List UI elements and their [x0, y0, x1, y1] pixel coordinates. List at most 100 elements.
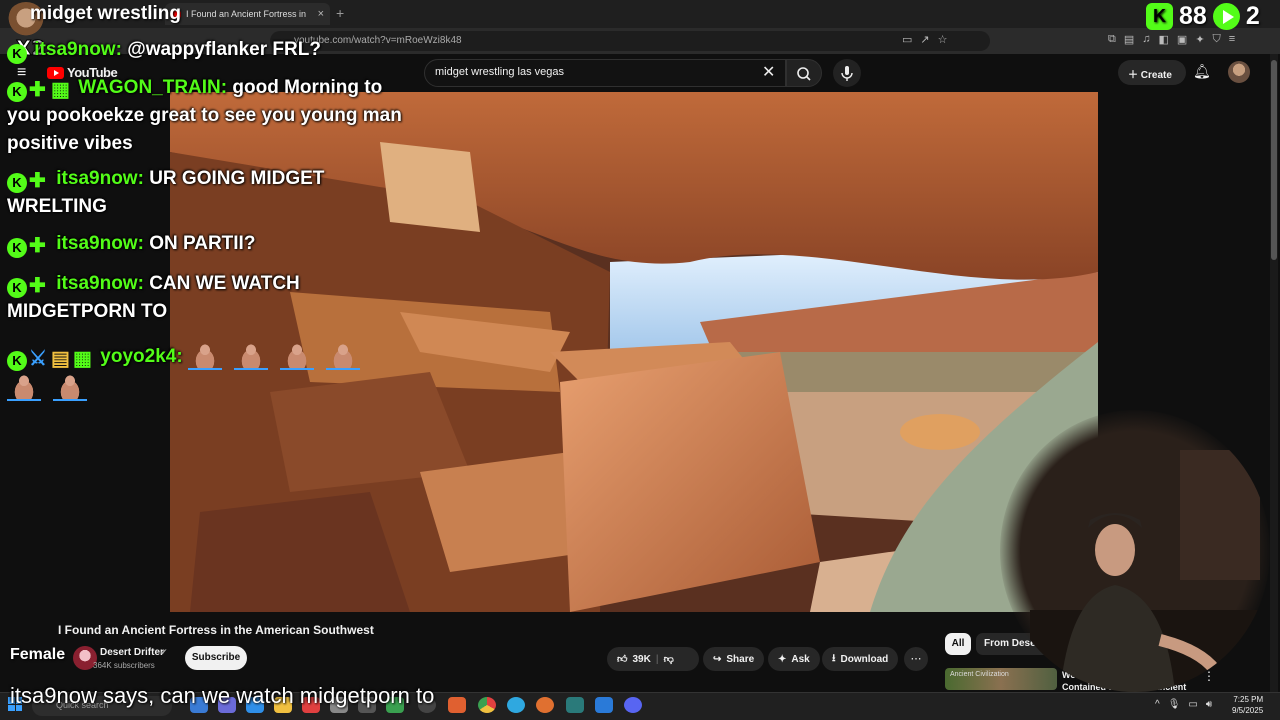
reader-icon[interactable]: ▤ — [1124, 33, 1134, 49]
firefox-app-icon[interactable] — [536, 697, 554, 713]
chat-message: K ✚ ▦ WAGON_TRAIN: good Morning to you poo… — [7, 74, 407, 158]
voice-search-button[interactable] — [833, 59, 861, 87]
sidebar-icon[interactable]: ◧ — [1159, 33, 1169, 49]
chat-username: itsa9now: — [34, 39, 122, 60]
like-icon[interactable]: 👍︎ — [617, 653, 627, 665]
like-count[interactable]: 39K — [632, 654, 650, 665]
chat-message: K ✚ itsa9now: UR GOING MIDGET WRELTING — [7, 165, 407, 221]
chat-text: CAN WE WATCH MIDGETPORN TO — [7, 273, 300, 322]
og-badge-icon: ▦ — [73, 348, 92, 370]
menu-icon[interactable]: ≡ — [1229, 33, 1235, 49]
channel-name[interactable]: Desert Drifter — [100, 647, 164, 658]
share-button[interactable]: ↪ Share — [703, 647, 765, 671]
sparkle-badge-icon: ✚ — [29, 235, 46, 257]
install-icon[interactable]: ▭ — [902, 33, 912, 49]
search-button[interactable] — [786, 59, 822, 87]
tab-title: I Found an Ancient Fortress in — [186, 9, 307, 19]
bookmark-icon[interactable]: ☆ — [938, 33, 948, 49]
search-input[interactable]: midget wrestling las vegas — [424, 59, 786, 87]
viewers-play-icon — [1212, 3, 1240, 30]
like-dislike-group: 👍︎ 39K | 👎︎ — [607, 647, 699, 671]
tts-caption: itsa9now says, can we watch midgetporn t… — [10, 683, 435, 708]
sparkle-icon: ✦ — [778, 653, 787, 665]
kick-counter: K 88 2 — [1146, 2, 1260, 31]
more-actions-icon[interactable]: ⋯ — [904, 647, 928, 671]
kick-badge-icon: K — [7, 173, 27, 193]
chat-text: ON PARTII? — [149, 233, 256, 254]
brave-app-icon[interactable] — [448, 697, 466, 713]
viewer-value: 2 — [1245, 2, 1260, 30]
emote-icon — [279, 340, 314, 370]
volume-icon[interactable]: 🔊︎ — [1206, 699, 1212, 710]
taskbar-clock[interactable]: 7:25 PM 9/5/2025 — [1232, 694, 1263, 716]
chat-username: itsa9now: — [56, 168, 144, 189]
kick-badge-icon: K — [7, 44, 27, 64]
tray-expand-icon[interactable]: ^ — [1155, 699, 1160, 710]
chat-message: K ✚ itsa9now: ON PARTII? — [7, 230, 407, 258]
kick-badge-icon: K — [7, 238, 27, 258]
download-icon: ⭳ — [832, 652, 836, 664]
chat-message: K itsa9now: @wappyflanker FRL? — [7, 36, 407, 64]
extension-icons: ⧉ ▤ ♫ ◧ ▣ ✦ ⛉ ≡ — [1108, 33, 1235, 49]
subscribe-button[interactable]: Subscribe — [185, 646, 247, 670]
kick-badge-icon: K — [7, 351, 27, 371]
notifications-bell-icon[interactable]: 🔔︎ — [1193, 63, 1211, 80]
counter-value: 88 — [1179, 2, 1207, 30]
share-label: Share — [726, 653, 755, 665]
account-avatar[interactable] — [1228, 61, 1250, 83]
webcam-frame — [1030, 450, 1270, 692]
subscriber-count: 364K subscribers — [93, 661, 155, 670]
dislike-icon[interactable]: 👎︎ — [664, 653, 674, 665]
system-tray: ^ 🎙︎ ▭ 🔊︎ — [1155, 699, 1212, 710]
browser-tab[interactable]: I Found an Ancient Fortress in × — [165, 3, 330, 25]
video-title: I Found an Ancient Fortress in the Ameri… — [58, 623, 374, 637]
kick-badge-icon: K — [7, 278, 27, 298]
emote-icon — [53, 371, 87, 401]
ask-button[interactable]: ✦ Ask — [768, 647, 820, 671]
leo-icon[interactable]: ✦ — [1195, 33, 1204, 49]
ask-label: Ask — [791, 653, 810, 665]
media-icon[interactable]: ♫ — [1142, 33, 1150, 49]
emote-icon — [7, 371, 41, 401]
create-label: Create — [1140, 70, 1172, 81]
recommended-thumbnail-text: Ancient Civilization — [950, 671, 1009, 678]
chat-message: K ⚔ ▤ ▦ yoyo2k4: — [7, 340, 407, 402]
chat-username: WAGON_TRAIN: — [78, 77, 228, 98]
microphone-icon — [841, 66, 853, 81]
tab-close-icon[interactable]: × — [318, 8, 324, 20]
shield-icon[interactable]: ⛉ — [1213, 33, 1221, 49]
emote-icon — [233, 340, 268, 370]
scrollbar-thumb[interactable] — [1271, 60, 1277, 260]
streamer-webcam — [1000, 410, 1270, 692]
network-icon[interactable]: ▭ — [1188, 699, 1197, 710]
omnibox-actions: ▭ ↗ ☆ — [902, 33, 948, 49]
sparkle-badge-icon: ✚ — [29, 79, 46, 101]
app-icon[interactable] — [566, 697, 584, 713]
vscode-app-icon[interactable] — [595, 697, 613, 713]
og-badge-icon: ▦ — [51, 79, 70, 101]
clear-search-icon[interactable]: ✕ — [762, 62, 775, 82]
overlay-label: Female — [10, 646, 66, 663]
chat-username: yoyo2k4: — [100, 346, 183, 367]
share-page-icon[interactable]: ↗ — [920, 33, 929, 49]
chat-message: K ✚ itsa9now: CAN WE WATCH MIDGETPORN TO — [7, 270, 407, 326]
microphone-tray-icon[interactable]: 🎙︎ — [1168, 699, 1181, 710]
edge-app-icon[interactable] — [507, 697, 525, 713]
create-button[interactable]: ＋ Create — [1118, 60, 1186, 85]
discord-app-icon[interactable] — [624, 697, 642, 713]
sword-badge-icon: ⚔ — [29, 348, 47, 370]
new-tab-icon[interactable]: + — [336, 5, 344, 21]
chrome-app-icon[interactable] — [478, 697, 496, 713]
clock-time: 7:25 PM — [1233, 695, 1264, 704]
chat-text: UR GOING MIDGET WRELTING — [7, 168, 325, 217]
kick-logo-icon: K — [1146, 3, 1173, 30]
verified-check-icon: ✔ — [160, 647, 168, 657]
chip-all[interactable]: All — [945, 633, 971, 655]
chat-username: itsa9now: — [56, 273, 144, 294]
download-label: Download — [840, 653, 889, 665]
extensions-icon[interactable]: ⧉ — [1108, 33, 1116, 49]
share-icon: ↪ — [713, 653, 722, 665]
chat-username: itsa9now: — [56, 233, 144, 254]
wallet-icon[interactable]: ▣ — [1177, 33, 1187, 49]
download-button[interactable]: ⭳ Download — [822, 647, 899, 671]
